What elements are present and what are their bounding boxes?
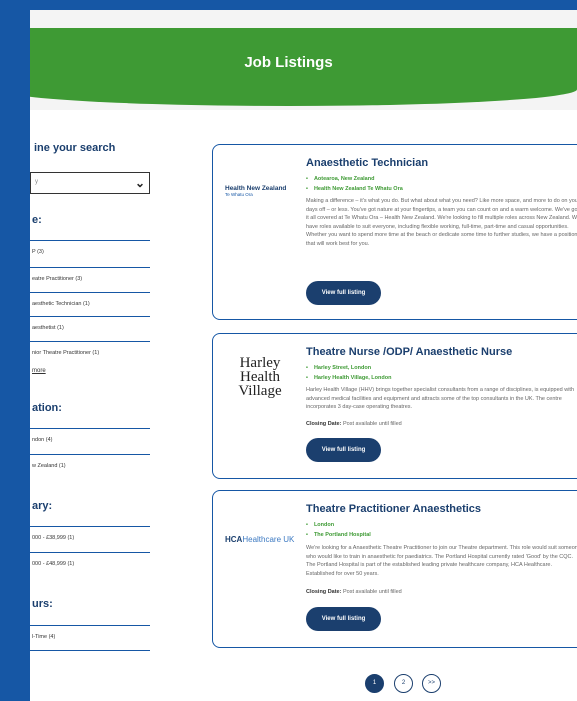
filter-option[interactable]: nior Theatre Practitioner (1)	[30, 341, 150, 363]
filter-group-title-role: e:	[32, 214, 42, 226]
closing-date-label: Closing Date:	[306, 421, 342, 427]
top-stripe	[0, 0, 577, 10]
filter-option[interactable]: aesthetist (1)	[30, 316, 150, 338]
job-location: Harley Street, London	[306, 365, 371, 371]
sort-select[interactable]: y ⌄	[30, 172, 150, 194]
page-button-2[interactable]: 2	[394, 674, 413, 693]
chevron-down-icon: ⌄	[134, 176, 145, 190]
closing-date: Closing Date: Post available until fille…	[306, 589, 402, 595]
filter-option[interactable]: w Zealand (1)	[30, 454, 150, 476]
filter-option[interactable]: ndon (4)	[30, 428, 150, 450]
job-location: London	[306, 522, 334, 528]
view-full-listing-button[interactable]: View full listing	[306, 607, 381, 631]
health-nz-logo: Health New Zealand Te Whatu Ora	[225, 185, 287, 197]
job-employer: Health New Zealand Te Whatu Ora	[306, 186, 403, 192]
job-employer: The Portland Hospital	[306, 532, 371, 538]
filter-option[interactable]: aesthetic Technician (1)	[30, 292, 150, 314]
job-card: HCAHealthcare UK Theatre Practitioner An…	[212, 490, 577, 648]
job-title[interactable]: Theatre Nurse /ODP/ Anaesthetic Nurse	[306, 346, 512, 358]
view-full-listing-button[interactable]: View full listing	[306, 281, 381, 305]
filter-title: ine your search	[34, 142, 116, 154]
job-card: Health New Zealand Te Whatu Ora Anaesthe…	[212, 144, 577, 320]
filter-group-title-location: ation:	[32, 402, 62, 414]
show-more-link[interactable]: more	[32, 368, 46, 374]
left-side-bar	[0, 0, 30, 701]
next-page-button[interactable]: >>	[422, 674, 441, 693]
filter-option[interactable]: eatre Practitioner (3)	[30, 267, 150, 289]
closing-date-value: Post available until filled	[342, 589, 402, 595]
harley-health-village-logo: Harley Health Village	[238, 355, 282, 399]
filter-option[interactable]: 000 - £38,999 (1)	[30, 526, 150, 548]
job-location: Aotearoa, New Zealand	[306, 176, 375, 182]
filter-group-title-salary: ary:	[32, 500, 53, 512]
closing-date: Closing Date: Post available until fille…	[306, 421, 402, 427]
closing-date-label: Closing Date:	[306, 589, 342, 595]
page-title: Job Listings	[244, 54, 333, 71]
job-card: Harley Health Village Theatre Nurse /ODP…	[212, 333, 577, 479]
filter-option[interactable]: 000 - £48,999 (1)	[30, 552, 150, 574]
job-description: We're looking for a Anaesthetic Theatre …	[306, 545, 577, 577]
sort-select-value: y	[35, 179, 38, 185]
filter-divider	[30, 650, 150, 651]
hca-healthcare-logo: HCAHealthcare UK	[225, 535, 295, 544]
filter-option[interactable]: P (3)	[30, 240, 150, 262]
page-banner: Job Listings	[0, 10, 577, 110]
job-description: Harley Health Village (HHV) brings toget…	[306, 387, 575, 411]
filter-group-title-hours: urs:	[32, 598, 53, 610]
page-button-1[interactable]: 1	[365, 674, 384, 693]
job-employer: Harley Health Village, London	[306, 375, 392, 381]
job-title[interactable]: Theatre Practitioner Anaesthetics	[306, 503, 481, 515]
job-title[interactable]: Anaesthetic Technician	[306, 157, 428, 169]
filter-option[interactable]: l-Time (4)	[30, 625, 150, 647]
view-full-listing-button[interactable]: View full listing	[306, 438, 381, 462]
closing-date-value: Post available until filled	[342, 421, 402, 427]
job-description: Making a difference – it's what you do. …	[306, 198, 577, 247]
